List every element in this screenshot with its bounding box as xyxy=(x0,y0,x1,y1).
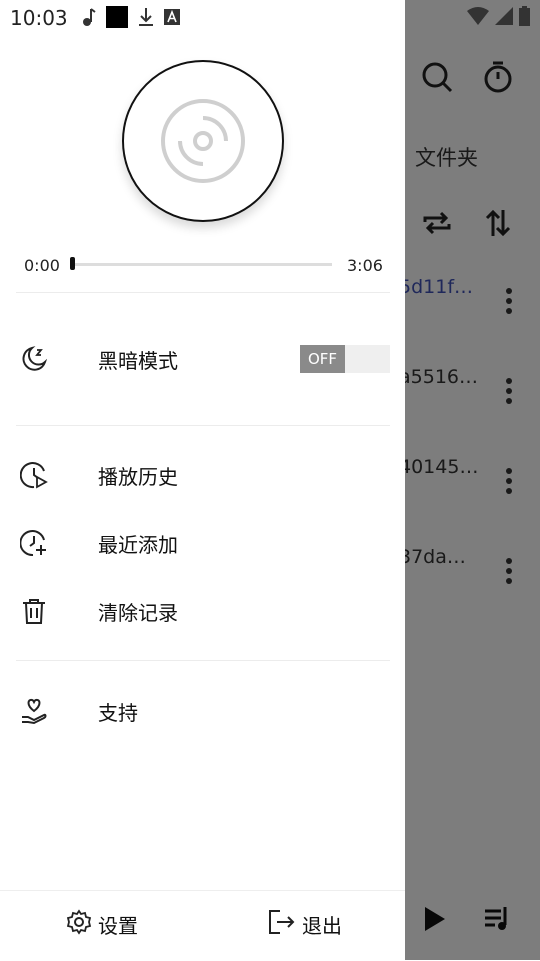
divider xyxy=(16,292,390,293)
progress-track[interactable] xyxy=(72,263,332,266)
menu-item-clear-history[interactable]: 清除记录 xyxy=(0,581,405,641)
disc-icon xyxy=(161,99,245,183)
elapsed-time: 0:00 xyxy=(24,256,60,275)
divider xyxy=(16,425,390,426)
toggle-state-label: OFF xyxy=(300,345,345,373)
menu-item-support[interactable]: 支持 xyxy=(0,681,405,741)
menu-label: 支持 xyxy=(98,700,138,725)
moon-icon xyxy=(20,345,48,373)
menu-label: 黑暗模式 xyxy=(98,348,178,373)
settings-label: 设置 xyxy=(98,914,138,938)
duration-time: 3:06 xyxy=(347,256,383,275)
divider xyxy=(16,660,390,661)
clock-play-icon xyxy=(19,461,48,489)
font-icon xyxy=(164,9,180,29)
exit-label: 退出 xyxy=(302,914,342,938)
notification-icons xyxy=(80,6,180,32)
exit-button[interactable]: 退出 xyxy=(268,909,342,940)
status-time: 10:03 xyxy=(10,6,68,30)
navigation-drawer: 0:00 3:06 黑暗模式 OFF 播放历史 最近添加 清除记录 支持 设置 … xyxy=(0,0,405,960)
black-square-icon xyxy=(106,6,128,32)
music-note-icon xyxy=(80,7,96,31)
download-icon xyxy=(138,7,154,31)
drawer-footer: 设置 退出 xyxy=(0,890,405,961)
menu-item-recently-added[interactable]: 最近添加 xyxy=(0,513,405,573)
album-art[interactable] xyxy=(122,60,284,222)
menu-label: 最近添加 xyxy=(98,532,178,557)
signal-icon xyxy=(495,7,513,29)
playback-progress: 0:00 3:06 xyxy=(24,255,384,279)
dark-mode-toggle[interactable]: OFF xyxy=(300,345,390,373)
menu-item-play-history[interactable]: 播放历史 xyxy=(0,445,405,505)
settings-button[interactable]: 设置 xyxy=(66,909,138,940)
wifi-icon xyxy=(467,7,489,29)
gear-icon xyxy=(66,909,92,940)
clock-plus-icon xyxy=(19,529,48,557)
system-icons xyxy=(467,6,530,30)
exit-icon xyxy=(268,909,296,940)
menu-label: 清除记录 xyxy=(98,600,178,625)
progress-thumb[interactable] xyxy=(70,257,75,270)
status-bar: 10:03 xyxy=(0,0,540,36)
battery-icon xyxy=(519,6,530,30)
heart-hand-icon xyxy=(20,697,48,725)
trash-icon xyxy=(20,597,48,625)
menu-label: 播放历史 xyxy=(98,464,178,489)
